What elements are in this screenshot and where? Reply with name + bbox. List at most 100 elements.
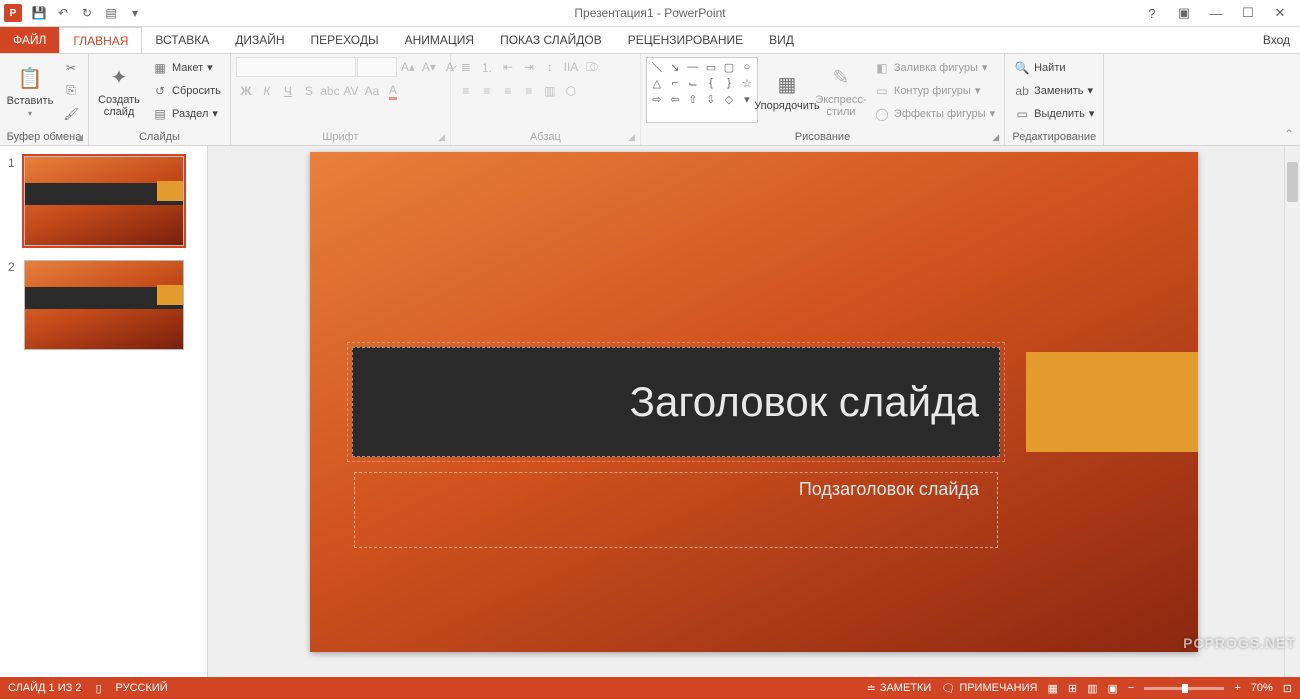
- cut-button[interactable]: ✂: [59, 57, 83, 78]
- bullets-icon[interactable]: ≣: [456, 57, 476, 77]
- tab-transitions[interactable]: ПЕРЕХОДЫ: [298, 27, 392, 53]
- shape-rect-icon[interactable]: ▭: [703, 60, 719, 74]
- find-button[interactable]: 🔍Найти: [1010, 57, 1098, 78]
- start-from-beginning-icon[interactable]: ▤: [100, 2, 122, 24]
- shape-elbow2-icon[interactable]: ⌙: [685, 76, 701, 90]
- italic-icon[interactable]: К: [257, 81, 277, 101]
- paste-button[interactable]: 📋 Вставить ▾: [5, 57, 55, 125]
- layout-button[interactable]: ▦Макет▾: [148, 57, 225, 78]
- redo-icon[interactable]: ↻: [76, 2, 98, 24]
- collapse-ribbon-icon[interactable]: ⌃: [1284, 127, 1294, 141]
- language-indicator[interactable]: РУССКИЙ: [116, 682, 168, 694]
- section-button[interactable]: ▤Раздел▾: [148, 103, 225, 124]
- align-right-icon[interactable]: ≡: [498, 81, 518, 101]
- shape-line2-icon[interactable]: —: [685, 60, 701, 74]
- align-center-icon[interactable]: ≡: [477, 81, 497, 101]
- numbering-icon[interactable]: ⒈: [477, 57, 497, 77]
- shape-arrow-u-icon[interactable]: ⇧: [685, 92, 701, 106]
- reset-button[interactable]: ↺Сбросить: [148, 80, 225, 101]
- close-icon[interactable]: ✕: [1268, 5, 1292, 21]
- reading-view-icon[interactable]: ▥: [1087, 682, 1097, 695]
- new-slide-button[interactable]: ✦ Создать слайд: [94, 57, 144, 125]
- normal-view-icon[interactable]: ▦: [1047, 682, 1057, 695]
- tab-insert[interactable]: ВСТАВКА: [142, 27, 222, 53]
- shape-oval-icon[interactable]: ○: [739, 60, 755, 74]
- zoom-in-icon[interactable]: +: [1234, 682, 1240, 694]
- comments-button[interactable]: 🗨ПРИМЕЧАНИЯ: [941, 682, 1037, 695]
- slide-title-placeholder[interactable]: Заголовок слайда: [352, 347, 1000, 457]
- text-direction-icon[interactable]: IIA: [561, 57, 581, 77]
- arrange-button[interactable]: ▦ Упорядочить: [762, 57, 812, 125]
- fit-to-window-icon[interactable]: ⊡: [1283, 682, 1292, 695]
- drawing-launcher-icon[interactable]: ◢: [992, 132, 999, 143]
- justify-icon[interactable]: ≡: [519, 81, 539, 101]
- shape-more-icon[interactable]: ▾: [739, 92, 755, 106]
- save-icon[interactable]: 💾: [28, 2, 50, 24]
- tab-home[interactable]: ГЛАВНАЯ: [59, 27, 142, 53]
- font-size-combo[interactable]: [357, 57, 397, 77]
- zoom-out-icon[interactable]: −: [1128, 682, 1134, 694]
- shape-fill-button[interactable]: ◧Заливка фигуры▾: [870, 57, 999, 78]
- qat-customize-icon[interactable]: ▾: [124, 2, 146, 24]
- replace-button[interactable]: abЗаменить ▾: [1010, 80, 1098, 101]
- decrease-indent-icon[interactable]: ⇤: [498, 57, 518, 77]
- sign-in-link[interactable]: Вход: [1263, 27, 1290, 53]
- decrease-font-icon[interactable]: A▾: [419, 57, 439, 77]
- shape-elbow-icon[interactable]: ⌐: [667, 76, 683, 90]
- shadow-icon[interactable]: S: [299, 81, 319, 101]
- minimize-icon[interactable]: —: [1204, 6, 1228, 21]
- font-launcher-icon[interactable]: ◢: [438, 132, 445, 143]
- slide-subtitle-placeholder[interactable]: Подзаголовок слайда: [354, 472, 998, 548]
- vertical-scrollbar[interactable]: [1284, 146, 1300, 677]
- slide-counter[interactable]: СЛАЙД 1 ИЗ 2: [8, 682, 81, 694]
- underline-icon[interactable]: Ч: [278, 81, 298, 101]
- help-icon[interactable]: ?: [1140, 6, 1164, 21]
- shape-callout-icon[interactable]: ◇: [721, 92, 737, 106]
- shape-line-icon[interactable]: ＼: [649, 60, 665, 74]
- maximize-icon[interactable]: ☐: [1236, 5, 1260, 21]
- format-painter-button[interactable]: 🖌: [59, 103, 83, 124]
- align-text-icon[interactable]: ⎄: [582, 57, 602, 77]
- zoom-slider[interactable]: [1144, 687, 1224, 690]
- tab-design[interactable]: ДИЗАЙН: [222, 27, 297, 53]
- undo-icon[interactable]: ↶: [52, 2, 74, 24]
- thumbnail-slide-1[interactable]: [24, 156, 184, 246]
- tab-view[interactable]: ВИД: [756, 27, 807, 53]
- notes-button[interactable]: ≐ЗАМЕТКИ: [867, 682, 932, 695]
- zoom-level[interactable]: 70%: [1251, 682, 1273, 694]
- shape-outline-button[interactable]: ▭Контур фигуры▾: [870, 80, 999, 101]
- convert-smartart-icon[interactable]: ⬡: [561, 81, 581, 101]
- shapes-gallery[interactable]: ＼↘—▭▢○ △⌐⌙{}☆ ⇨⇦⇧⇩◇▾: [646, 57, 758, 123]
- shape-effects-button[interactable]: ◯Эффекты фигуры▾: [870, 103, 999, 124]
- select-button[interactable]: ▭Выделить▾: [1010, 103, 1098, 124]
- increase-indent-icon[interactable]: ⇥: [519, 57, 539, 77]
- shape-arrow-icon[interactable]: ↘: [667, 60, 683, 74]
- copy-button[interactable]: ⎘: [59, 80, 83, 101]
- thumbnail-slide-2[interactable]: [24, 260, 184, 350]
- ribbon-display-icon[interactable]: ▣: [1172, 5, 1196, 21]
- line-spacing-icon[interactable]: ↕: [540, 57, 560, 77]
- clipboard-launcher-icon[interactable]: ◢: [76, 132, 83, 143]
- spellcheck-icon[interactable]: ▯: [95, 682, 101, 695]
- sorter-view-icon[interactable]: ⊞: [1068, 682, 1077, 695]
- tab-review[interactable]: РЕЦЕНЗИРОВАНИЕ: [615, 27, 756, 53]
- shape-star-icon[interactable]: ☆: [739, 76, 755, 90]
- shape-roundrect-icon[interactable]: ▢: [721, 60, 737, 74]
- shape-arrow-d-icon[interactable]: ⇩: [703, 92, 719, 106]
- tab-slideshow[interactable]: ПОКАЗ СЛАЙДОВ: [487, 27, 615, 53]
- tab-animations[interactable]: АНИМАЦИЯ: [392, 27, 487, 53]
- quick-styles-button[interactable]: ✎ Экспресс- стили: [816, 57, 866, 125]
- font-name-combo[interactable]: [236, 57, 356, 77]
- font-color-icon[interactable]: A: [383, 81, 403, 101]
- shape-arrow-r-icon[interactable]: ⇨: [649, 92, 665, 106]
- slideshow-view-icon[interactable]: ▣: [1107, 682, 1117, 695]
- increase-font-icon[interactable]: A▴: [398, 57, 418, 77]
- shape-arrow-l-icon[interactable]: ⇦: [667, 92, 683, 106]
- shape-triangle-icon[interactable]: △: [649, 76, 665, 90]
- paragraph-launcher-icon[interactable]: ◢: [628, 132, 635, 143]
- bold-icon[interactable]: Ж: [236, 81, 256, 101]
- columns-icon[interactable]: ▥: [540, 81, 560, 101]
- align-left-icon[interactable]: ≡: [456, 81, 476, 101]
- shape-brace-icon[interactable]: {: [703, 76, 719, 90]
- change-case-icon[interactable]: Aa: [362, 81, 382, 101]
